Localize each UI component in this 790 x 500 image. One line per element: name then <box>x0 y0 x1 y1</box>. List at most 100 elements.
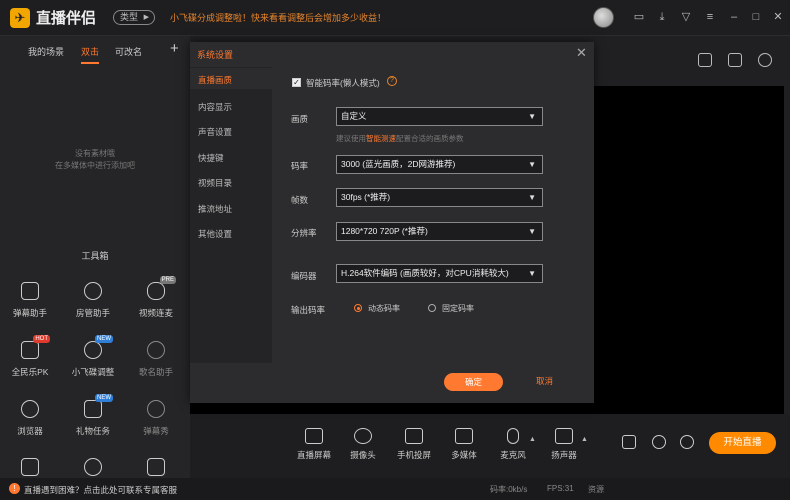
media-icon <box>455 428 473 444</box>
type-button-label: 类型 <box>120 12 139 22</box>
close-icon[interactable]: ✕ <box>576 45 587 61</box>
maximize-icon[interactable]: □ <box>750 11 762 23</box>
type-button[interactable]: 类型 ▶ <box>113 10 155 25</box>
output-bitrate-label: 输出码率 <box>291 305 326 315</box>
encoder-value: H.264软件编码 (画质较好，对CPU消耗较大) <box>341 268 509 278</box>
tool-extra-3[interactable] <box>126 458 186 476</box>
message-icon[interactable]: ▭ <box>633 11 645 23</box>
avatar[interactable] <box>593 7 614 28</box>
shirt-icon[interactable]: ▽ <box>680 11 692 23</box>
record-icon[interactable] <box>622 435 636 449</box>
fps-value: 30fps (*推荐) <box>341 192 391 202</box>
nav-video-directory[interactable]: 视频目录 <box>198 177 232 189</box>
new-badge: NEW <box>95 335 113 343</box>
download-icon <box>147 400 165 418</box>
tool-label: 弹幕秀 <box>143 426 169 436</box>
nav-hotkeys[interactable]: 快捷键 <box>198 152 224 164</box>
speed-test-link[interactable]: 智能测速 <box>366 134 396 143</box>
bitrate-select[interactable]: 3000 (蓝光画质，2D网游推荐) ▼ <box>336 155 543 174</box>
app-logo: ✈ 直播伴侣 <box>10 7 96 28</box>
tool-extra-1[interactable] <box>0 458 60 476</box>
speaker-button[interactable]: 扬声器 <box>539 428 589 461</box>
speaker-icon <box>555 428 573 444</box>
tool-danmaku-helper[interactable]: 弹幕助手 <box>0 282 60 319</box>
confirm-button[interactable]: 确定 <box>444 373 503 391</box>
toolbox-title: 工具箱 <box>81 251 109 261</box>
help-link[interactable]: 直播遇到困难？点击此处可联系专属客服 <box>24 484 177 496</box>
gift-icon: NEW <box>84 394 113 418</box>
cancel-button[interactable]: 取消 <box>536 375 553 387</box>
resolution-select[interactable]: 1280*720 720P (*推荐) ▼ <box>336 222 543 241</box>
settings-dialog: 系统设置 ✕ 直播画质 内容显示 声音设置 快捷键 视频目录 推流地址 其他设置… <box>190 42 594 403</box>
dropdown-arrow-icon: ▼ <box>528 112 536 121</box>
start-live-button[interactable]: 开始直播 <box>709 432 776 454</box>
chevron-up-icon[interactable]: ▲ <box>529 436 536 443</box>
live-screen-button[interactable]: 直播屏幕 <box>289 428 339 461</box>
layout-icon[interactable] <box>728 53 742 67</box>
tool-danmaku-show[interactable]: 弹幕秀 <box>126 400 186 437</box>
quality-select[interactable]: 自定义 ▼ <box>336 107 543 126</box>
tip-text: 建议使用 <box>336 134 366 143</box>
fixed-bitrate-radio[interactable] <box>428 304 436 312</box>
tool-label: 弹幕助手 <box>12 308 47 318</box>
logo-icon: ✈ <box>10 7 30 28</box>
fps-readout: FPS:31 <box>547 484 574 493</box>
phone-cast-button[interactable]: 手机投屏 <box>389 428 439 461</box>
bitrate-readout: 码率:0kb/s <box>490 485 528 494</box>
note-icon[interactable] <box>698 53 712 67</box>
multimedia-button[interactable]: 多媒体 <box>439 428 489 461</box>
pre-badge: PRE <box>159 276 176 284</box>
camera-button[interactable]: 摄像头 <box>338 428 388 461</box>
dropdown-arrow-icon: ▼ <box>528 160 536 169</box>
tip-text: 配置合适的画质参数 <box>396 134 464 143</box>
tool-gift-task[interactable]: NEW 礼物任务 <box>63 394 123 437</box>
nav-live-quality[interactable]: 直播画质 <box>198 74 232 86</box>
tool-browser[interactable]: 浏览器 <box>0 400 60 437</box>
tool-label: 全民乐PK <box>11 367 49 377</box>
tool-label: 房管助手 <box>75 308 110 318</box>
nav-sound-settings[interactable]: 声音设置 <box>198 126 232 138</box>
tool-song-helper[interactable]: 歌名助手 <box>126 341 186 378</box>
download-icon[interactable]: ⤓ <box>656 11 668 23</box>
tool-ufo-adjust[interactable]: NEW 小飞碟调整 <box>63 335 123 378</box>
question-icon[interactable]: ? <box>387 76 397 86</box>
nav-stream-address[interactable]: 推流地址 <box>198 203 232 215</box>
admin-icon <box>84 282 102 300</box>
microphone-button[interactable]: 麦克风 <box>488 428 538 461</box>
fps-select[interactable]: 30fps (*推荐) ▼ <box>336 188 543 207</box>
quality-tip: 建议使用智能测速配置合适的画质参数 <box>336 133 464 144</box>
left-sidebar: 我的场景 双击 可改名 + 没有素材哦 在多媒体中进行添加吧 工具箱 弹幕助手 … <box>0 36 190 500</box>
tool-label: 歌名助手 <box>138 367 173 377</box>
empty-tip-line1: 没有素材哦 <box>75 149 115 158</box>
gear-icon[interactable] <box>680 435 694 449</box>
resolution-label: 分辨率 <box>291 228 317 238</box>
tool-label: 浏览器 <box>17 426 43 436</box>
tool-label: 小飞碟调整 <box>71 367 115 377</box>
eye-icon[interactable] <box>652 435 666 449</box>
tool-admin-helper[interactable]: 房管助手 <box>63 282 123 319</box>
tab-my-scene[interactable]: 我的场景 <box>28 45 64 58</box>
share-icon[interactable] <box>758 53 772 67</box>
minimize-icon[interactable]: – <box>728 11 740 23</box>
tool-extra-2[interactable] <box>63 458 123 476</box>
encoder-select[interactable]: H.264软件编码 (画质较好，对CPU消耗较大) ▼ <box>336 264 543 283</box>
close-icon[interactable]: ✕ <box>772 11 784 23</box>
magic-wand-icon <box>84 458 102 476</box>
fps-label: 帧数 <box>291 195 309 205</box>
settings-icon[interactable]: ≡ <box>704 11 716 23</box>
tool-pk[interactable]: HOT 全民乐PK <box>0 335 60 378</box>
chevron-up-icon[interactable]: ▲ <box>581 436 588 443</box>
hot-badge: HOT <box>33 335 50 343</box>
empty-tip: 没有素材哦 在多媒体中进行添加吧 <box>0 148 190 172</box>
add-scene-icon[interactable]: + <box>170 40 179 57</box>
nav-content-display[interactable]: 内容显示 <box>198 101 232 113</box>
tool-video-link[interactable]: PRE 视频连麦 <box>126 276 186 319</box>
help-icon[interactable]: ! <box>9 483 20 494</box>
tab-double-click[interactable]: 双击 <box>81 45 100 64</box>
play-icon: ▶ <box>143 14 149 21</box>
tab-rename[interactable]: 可改名 <box>115 45 142 58</box>
smart-bitrate-checkbox[interactable]: ✓ <box>292 78 301 87</box>
notice-link[interactable]: 小飞碟分成调整啦！快来看看调整后会增加多少收益！ <box>170 11 386 24</box>
dynamic-bitrate-radio[interactable] <box>354 304 362 312</box>
nav-other-settings[interactable]: 其他设置 <box>198 228 232 240</box>
